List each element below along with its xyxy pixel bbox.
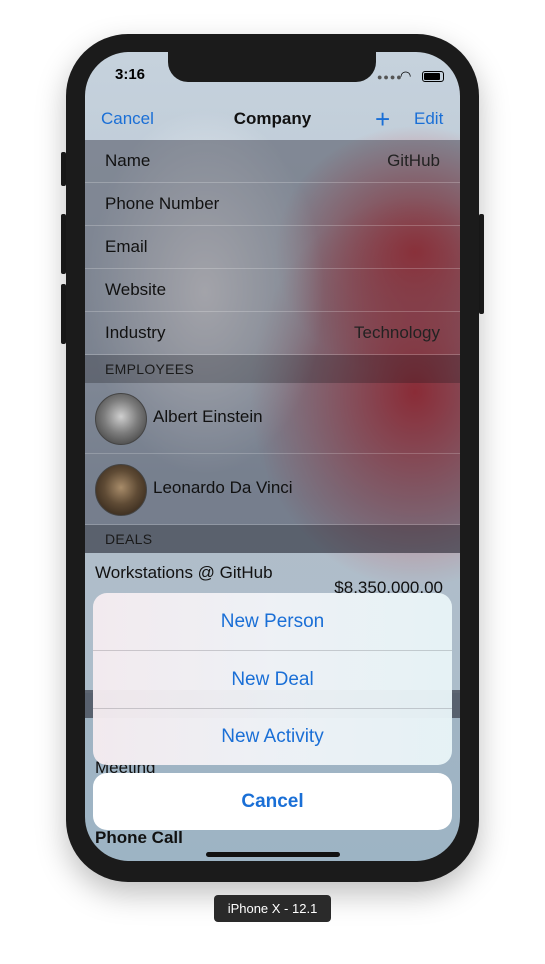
navigation-bar: Cancel Company + Edit (85, 96, 460, 140)
deal-name: Workstations @ GitHub (95, 563, 273, 582)
field-label: Name (105, 151, 151, 170)
notch (168, 52, 376, 82)
add-button[interactable]: + (375, 104, 390, 135)
battery-icon (422, 71, 444, 82)
field-row-industry[interactable]: Industry Technology (85, 312, 460, 355)
power-button (479, 214, 484, 314)
home-indicator[interactable] (206, 852, 340, 857)
screen: 3:16 ●●●● ◠ Cancel Company + Edit Name G… (85, 52, 460, 861)
field-value: GitHub (387, 151, 440, 170)
avatar (95, 393, 147, 445)
avatar (95, 464, 147, 516)
field-label: Website (105, 280, 167, 299)
field-label: Phone Number (105, 194, 220, 213)
activity-name[interactable]: Phone Call (95, 828, 183, 848)
employee-name: Albert Einstein (153, 407, 263, 426)
page-title: Company (233, 109, 312, 128)
field-value: Technology (353, 323, 440, 342)
signal-icon: ●●●● (377, 72, 403, 82)
section-header-deals: DEALS (85, 525, 460, 553)
section-header-employees: EMPLOYEES (85, 355, 460, 383)
new-person-option[interactable]: New Person (93, 593, 452, 650)
field-label: Email (105, 237, 148, 256)
field-row-email[interactable]: Email (85, 226, 460, 269)
field-row-phone[interactable]: Phone Number (85, 183, 460, 226)
employee-row[interactable]: Leonardo Da Vinci (85, 454, 460, 525)
wifi-icon: ◠ (400, 68, 412, 83)
section-title: EMPLOYEES (105, 361, 195, 377)
section-title: DEALS (105, 531, 153, 547)
clock: 3:16 (115, 66, 146, 83)
edit-button[interactable]: Edit (414, 109, 443, 129)
employee-row[interactable]: Albert Einstein (85, 383, 460, 454)
field-row-website[interactable]: Website (85, 269, 460, 312)
employee-name: Leonardo Da Vinci (153, 478, 293, 497)
action-sheet-cancel-button[interactable]: Cancel (93, 773, 452, 830)
field-row-name[interactable]: Name GitHub (85, 140, 460, 183)
device-caption: iPhone X - 12.1 (214, 895, 331, 922)
new-deal-option[interactable]: New Deal (93, 651, 452, 708)
action-sheet: New Person New Deal New Activity (93, 593, 452, 765)
new-activity-option[interactable]: New Activity (93, 708, 452, 765)
status-bar: 3:16 ●●●● ◠ (85, 52, 460, 96)
field-label: Industry (105, 323, 166, 342)
